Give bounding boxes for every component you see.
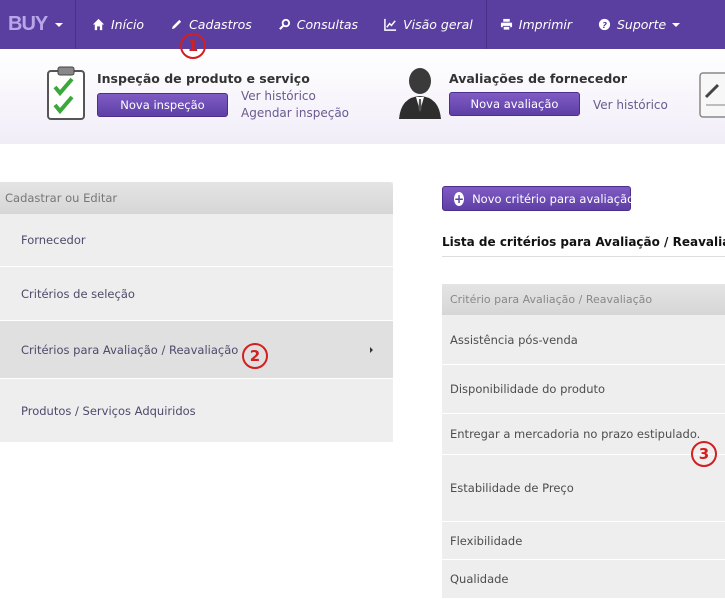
new-criterion-label: Novo critério para avaliação xyxy=(472,191,635,206)
table-cell: Qualidade xyxy=(450,572,509,586)
table-cell: Disponibilidade do produto xyxy=(450,382,606,396)
nav-imprimir-label: Imprimir xyxy=(518,17,572,32)
menu-item-fornecedor[interactable]: Fornecedor xyxy=(0,214,393,267)
nav-consultas[interactable]: Consultas xyxy=(265,0,371,49)
quick-actions-panel: Inspeção de produto e serviço Nova inspe… xyxy=(0,49,725,144)
left-menu-header: Cadastrar ou Editar xyxy=(0,182,393,214)
evaluation-title: Avaliações de fornecedor xyxy=(449,71,628,86)
nav-consultas-label: Consultas xyxy=(296,17,359,32)
clipboard-checklist-icon xyxy=(47,66,85,120)
new-criterion-button[interactable]: + Novo critério para avaliação xyxy=(442,186,635,211)
annotation-marker-1: 1 xyxy=(180,33,206,59)
svg-text:?: ? xyxy=(602,20,607,30)
supplier-person-icon xyxy=(399,68,441,119)
table-row[interactable]: Qualidade xyxy=(442,560,725,599)
nav-visao-geral[interactable]: Visão geral xyxy=(371,0,486,49)
table-row[interactable]: Disponibilidade do produto xyxy=(442,365,725,414)
table-row[interactable]: Entregar a mercadoria no prazo estipulad… xyxy=(442,414,725,455)
table-row[interactable]: Assistência pós-venda xyxy=(442,315,725,365)
nav-cadastros[interactable]: Cadastros xyxy=(157,0,265,49)
menu-item-label: Produtos / Serviços Adquiridos xyxy=(21,403,196,418)
chevron-down-icon xyxy=(55,22,64,27)
chart-icon xyxy=(384,18,397,31)
menu-item-label: Critérios para Avaliação / Reavaliação xyxy=(21,342,239,357)
print-icon xyxy=(500,18,512,31)
nav-cadastros-label: Cadastros xyxy=(189,17,252,32)
menu-item-produtos-servicos[interactable]: Produtos / Serviços Adquiridos xyxy=(0,379,393,442)
nav-suporte[interactable]: ? Suporte xyxy=(585,0,693,49)
chevron-down-icon xyxy=(672,22,681,27)
table-cell: Assistência pós-venda xyxy=(450,332,578,347)
inspection-title: Inspeção de produto e serviço xyxy=(97,71,310,86)
table-row[interactable]: Estabilidade de Preço xyxy=(442,455,725,522)
table-cell: Estabilidade de Preço xyxy=(450,481,574,495)
table-cell: Entregar a mercadoria no prazo estipulad… xyxy=(450,427,701,441)
new-inspection-button[interactable]: Nova inspeção xyxy=(97,93,228,117)
new-evaluation-button[interactable]: Nova avaliação xyxy=(449,92,580,116)
menu-item-criterios-selecao[interactable]: Critérios de seleção xyxy=(0,267,393,321)
nav-inicio-label: Início xyxy=(111,17,145,32)
evaluation-history-link[interactable]: Ver histórico xyxy=(593,98,668,112)
plus-icon: + xyxy=(454,191,465,206)
nav-suporte-label: Suporte xyxy=(616,17,667,32)
chevron-right-icon xyxy=(370,346,373,353)
left-menu: Cadastrar ou Editar Fornecedor Critérios… xyxy=(0,182,393,442)
nav-visao-geral-label: Visão geral xyxy=(403,17,473,32)
table-row[interactable]: Flexibilidade xyxy=(442,522,725,560)
annotation-marker-3: 3 xyxy=(691,441,717,467)
help-icon: ? xyxy=(598,18,611,31)
pencil-icon xyxy=(171,19,182,30)
document-edit-icon xyxy=(699,72,725,118)
annotation-marker-2: 2 xyxy=(242,343,268,369)
inspection-history-link[interactable]: Ver histórico xyxy=(241,89,316,103)
schedule-inspection-link[interactable]: Agendar inspeção xyxy=(241,106,349,120)
brand-menu[interactable]: BUY xyxy=(0,0,76,49)
home-icon xyxy=(92,18,105,31)
nav-imprimir[interactable]: Imprimir xyxy=(487,0,585,49)
menu-item-criterios-avaliacao[interactable]: Critérios para Avaliação / Reavaliação xyxy=(0,321,393,379)
menu-item-label: Fornecedor xyxy=(21,233,86,247)
top-navbar: BUY Início Cadastros Consultas Visão ger… xyxy=(0,0,725,49)
brand-logo: BUY xyxy=(8,13,48,35)
table-header: Critério para Avaliação / Reavaliação xyxy=(442,284,725,315)
criteria-list-title: Lista de critérios para Avaliação / Reav… xyxy=(442,235,725,249)
search-icon xyxy=(278,18,290,30)
criteria-table: Critério para Avaliação / Reavaliação As… xyxy=(442,284,725,599)
table-cell: Flexibilidade xyxy=(450,533,523,548)
menu-item-label: Critérios de seleção xyxy=(21,286,135,301)
nav-inicio[interactable]: Início xyxy=(76,0,157,49)
divider xyxy=(442,256,725,257)
